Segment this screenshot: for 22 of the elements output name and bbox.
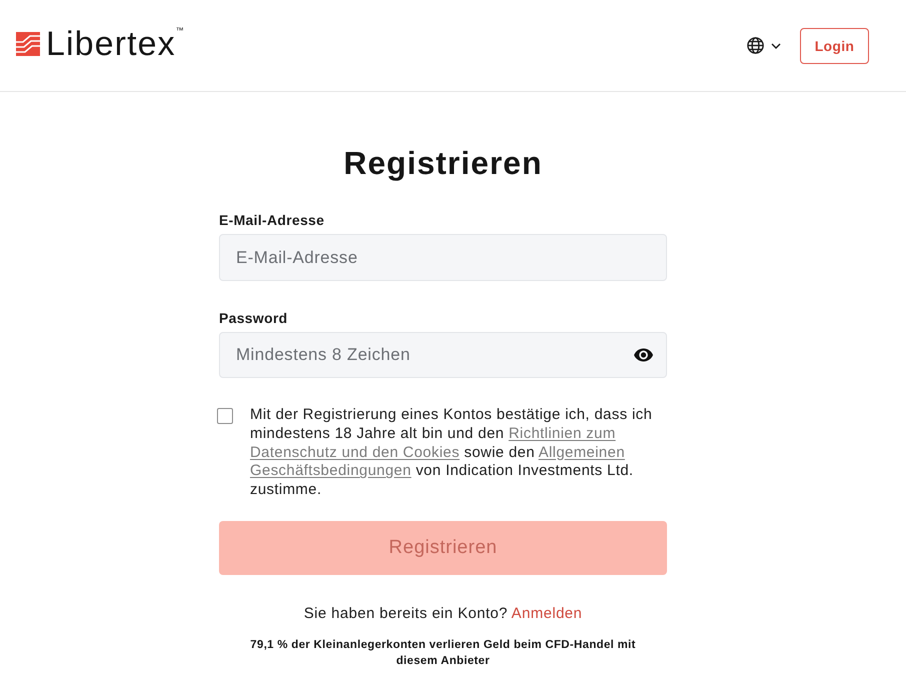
logo-wordmark: Libertex	[46, 26, 176, 60]
policy-link[interactable]: Allgemeinen	[538, 444, 625, 460]
policy-link[interactable]: Richtlinien zum	[508, 424, 616, 442]
login-prompt: Sie haben bereits ein Konto? Anmelden	[302, 604, 584, 623]
page-title: Registrieren	[342, 144, 544, 183]
chevron-icon[interactable]	[771, 42, 781, 48]
consent-checkbox[interactable]	[217, 408, 233, 424]
field-label: Password	[219, 309, 289, 327]
email-field[interactable]: E-Mail-Adresse	[219, 234, 667, 281]
policy-link[interactable]: Datenschutz und den Cookies	[250, 444, 460, 460]
eye-icon[interactable]	[634, 348, 653, 362]
login-button[interactable]: Login	[800, 28, 869, 64]
language-button[interactable]	[747, 37, 781, 54]
risk-warning: 79,1 % der Kleinanlegerkonten verlieren Geld beim CFD-Handel mit diesem Anbieter	[249, 638, 637, 669]
globe-icon[interactable]	[747, 37, 764, 54]
login-link[interactable]: Anmelden	[511, 604, 582, 622]
trademark-sign: ™	[176, 26, 184, 34]
field-label: E-Mail-Adresse	[219, 211, 326, 229]
logo-icon	[16, 32, 40, 56]
policy-link[interactable]: Geschäftsbedingungen	[250, 462, 412, 480]
consent-text: Mit der Registrierung eines Kontos bestätige ich, dass ich mindestens 18 Jahre alt bin und den Richtlinien zum Datenschutz und den Cookies sowie den Allgemeinen Geschäftsbedingungen von Indication Investments Ltd. zustimme.	[250, 406, 654, 500]
password-field[interactable]: Mindestens 8 Zeichen	[219, 332, 667, 378]
